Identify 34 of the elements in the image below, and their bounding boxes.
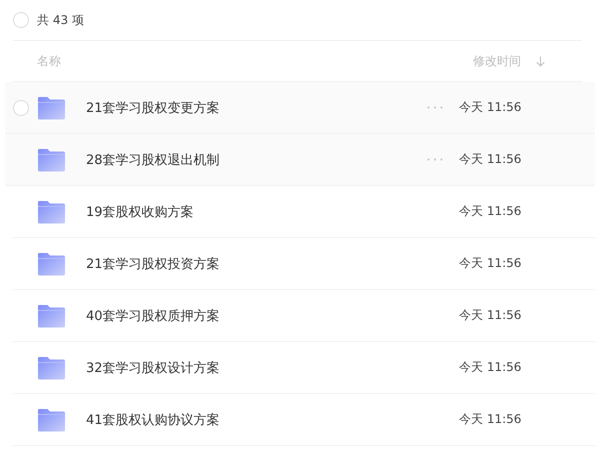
folder-icon [37,408,66,432]
modified-time: 今天 11:56 [459,203,522,220]
select-all-checkbox[interactable] [13,12,29,28]
folder-icon [37,252,66,276]
file-row[interactable]: 19套股权收购方案 今天 11:56 [13,186,595,238]
modified-time: 今天 11:56 [459,359,522,376]
file-name[interactable]: 32套学习股权设计方案 [86,358,416,376]
modified-time: 今天 11:56 [459,99,522,116]
modified-time: 今天 11:56 [459,307,522,324]
sort-arrow-icon[interactable] [536,56,545,67]
modified-time: 今天 11:56 [459,255,522,272]
file-row[interactable]: 21套学习股权投资方案 今天 11:56 [13,238,595,290]
file-name[interactable]: 41套股权认购协议方案 [86,410,416,428]
folder-icon [37,356,66,380]
file-name[interactable]: 21套学习股权变更方案 [86,98,416,116]
row-checkbox[interactable] [13,100,29,116]
modified-time: 今天 11:56 [459,411,522,428]
file-name[interactable]: 19套股权收购方案 [86,202,416,220]
modified-time: 今天 11:56 [459,151,522,168]
folder-icon [37,96,66,120]
file-name[interactable]: 21套学习股权投资方案 [86,254,416,272]
more-icon[interactable] [427,106,443,109]
item-count: 共 43 项 [37,12,84,28]
folder-icon [37,304,66,328]
file-row[interactable]: 28套学习股权退出机制 今天 11:56 [5,134,595,186]
file-name[interactable]: 40套学习股权质押方案 [86,306,416,324]
folder-icon [37,200,66,224]
file-name[interactable]: 28套学习股权退出机制 [86,150,416,168]
file-row[interactable]: 32套学习股权设计方案 今天 11:56 [13,342,595,394]
file-row[interactable]: 41套股权认购协议方案 今天 11:56 [13,394,595,446]
more-icon[interactable] [427,158,443,161]
file-row[interactable]: 21套学习股权变更方案 今天 11:56 [5,82,595,134]
folder-icon [37,148,66,172]
file-row[interactable]: 40套学习股权质押方案 今天 11:56 [13,290,595,342]
